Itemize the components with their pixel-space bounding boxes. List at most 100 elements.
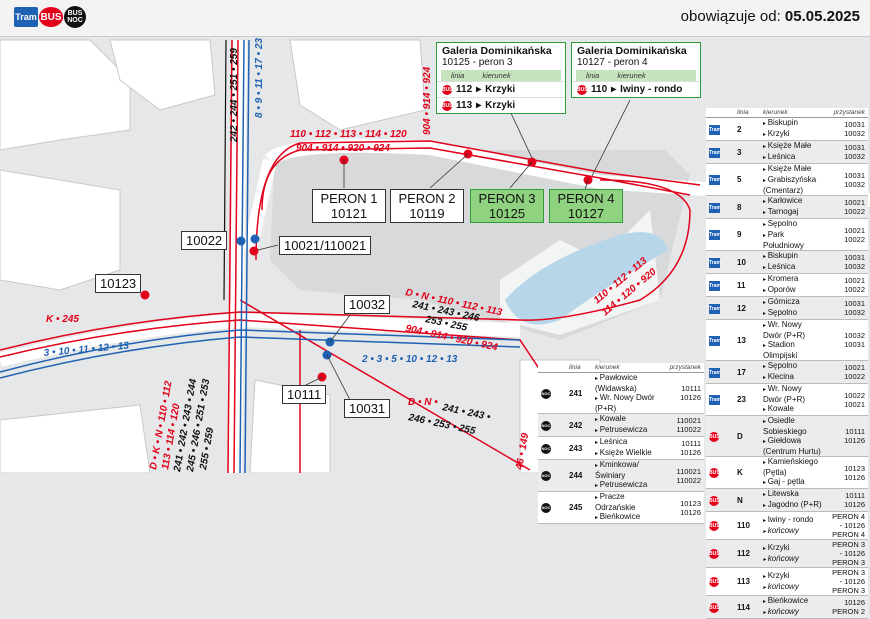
stop-dot-10022[interactable] xyxy=(236,236,246,246)
stop-code: 10111 xyxy=(845,427,865,436)
stop-codes: 10031 10032 xyxy=(825,250,868,274)
night-bus-icon: NOC xyxy=(541,443,551,454)
destination: Biskupin xyxy=(763,118,822,129)
stop-code: 10032 xyxy=(844,331,865,340)
callout-line: 113 xyxy=(456,100,473,111)
table-row[interactable]: Tram23Wr. Nowy Dwór (P+R)Kowale100221002… xyxy=(706,383,868,416)
table-row[interactable]: NOC245Pracze OdrzańskieBieńkowice1012310… xyxy=(538,491,704,524)
line-number: 114 xyxy=(734,595,760,619)
destination: Krzyki xyxy=(763,129,822,140)
stop-codes: 10021 10022 xyxy=(825,195,868,219)
table-row[interactable]: BUS DOsiedle SobieskiegoGiełdowa (Centrum… xyxy=(706,415,868,457)
table-row[interactable]: NOC242KowalePetrusewicza110021110022 xyxy=(538,413,704,437)
table-row[interactable]: Tram8KarłowiceTarnogaj1002110022 xyxy=(706,195,868,219)
line-number: 13 xyxy=(734,319,760,361)
stop-code-10021[interactable]: 10021/110021 xyxy=(279,236,372,255)
table-row[interactable]: NOC244Kminkowa/ŚwiniaryPetrusewicza11002… xyxy=(538,459,704,492)
callout-subtitle: 10125 - peron 3 xyxy=(442,57,513,68)
night-bus-icon: NOC xyxy=(541,388,551,399)
bus-icon: BUS xyxy=(709,468,720,478)
table-row[interactable]: Tram11KromeraOporów1002110022 xyxy=(706,273,868,297)
stop-codes: 10031 10032 xyxy=(825,163,868,196)
stop-code-10111[interactable]: 10111 xyxy=(282,385,327,404)
line-number: 8 xyxy=(734,195,760,219)
table-row[interactable]: BUS114Bieńkowicekońcowy10126PERON 2 xyxy=(706,595,868,619)
stop-code: 10031 xyxy=(844,143,865,152)
table-row[interactable]: Tram10BiskupinLeśnica1003110032 xyxy=(706,250,868,274)
callout-dest: Krzyki xyxy=(485,100,516,111)
stop-code: 10021 xyxy=(844,399,865,409)
table-row[interactable]: Tram5Księże MałeGrabiszyńska (Cmentarz)1… xyxy=(706,163,868,196)
line-destinations: Pracze OdrzańskieBieńkowice xyxy=(592,491,667,524)
platform-3-label[interactable]: PERON 3 10125 xyxy=(470,189,544,223)
destination: Kminkowa/Świniary xyxy=(595,460,664,480)
stop-code: 10032 xyxy=(844,129,865,138)
line-destinations: Osiedle SobieskiegoGiełdowa (Centrum Hur… xyxy=(760,415,826,457)
table-row[interactable]: Tram3Księże MałeLeśnica1003110032 xyxy=(706,140,868,164)
destination: Karłowice xyxy=(763,196,822,207)
callout-row[interactable]: BUS 113 ▸ Krzyki xyxy=(437,97,565,113)
stop-code: 10022 xyxy=(844,207,865,216)
bus-icon: BUS xyxy=(709,521,720,531)
valid-date: 05.05.2025 xyxy=(784,8,860,25)
stop-code-10123[interactable]: 10123 xyxy=(95,274,142,293)
stop-codes: 10021 10022 xyxy=(825,273,868,297)
table-row[interactable]: BUS113KrzykikońcowyPERON 3 - 10126PERON … xyxy=(706,567,868,596)
stop-codes: 10021 10022 xyxy=(825,360,868,384)
stop-code: 10126 xyxy=(680,393,701,402)
platform-4-label[interactable]: PERON 4 10127 xyxy=(549,189,623,223)
stop-codes: 10111 10126 xyxy=(666,372,704,414)
stop-code: 10111 xyxy=(681,384,701,393)
table-row[interactable]: BUS110Iwiny - rondokońcowyPERON 4 - 1012… xyxy=(706,511,868,540)
platform-1-label[interactable]: PERON 1 10121 xyxy=(312,189,386,223)
stop-dot-10123[interactable] xyxy=(140,290,150,300)
col-dest: kierunek xyxy=(482,71,511,80)
destination: Bieńkowice xyxy=(595,512,664,523)
table-row[interactable]: BUSNLitewskaJagodno (P+R)1011110126 xyxy=(706,488,868,512)
route-label-top-red-1: 110 • 112 • 113 • 114 • 120 xyxy=(290,129,407,140)
col-stop: przystanek xyxy=(825,108,868,118)
col-line: linia xyxy=(566,363,592,373)
destination: końcowy xyxy=(763,554,822,565)
line-destinations: SępolnoPark Południowy xyxy=(760,218,826,251)
callout-header: linia kierunek xyxy=(576,70,696,81)
stop-code-10032[interactable]: 10032 xyxy=(344,295,391,314)
platform-name: PERON 4 xyxy=(557,191,615,206)
table-row[interactable]: NOC243LeśnicaKsięże Wielkie1011110126 xyxy=(538,436,704,460)
callout-dest: Iwiny - rondo xyxy=(620,84,683,95)
table-row[interactable]: Tram9SępolnoPark Południowy1002110022 xyxy=(706,218,868,251)
stop-code: 10032 xyxy=(844,179,865,189)
table-row[interactable]: BUS112KrzykikońcowyPERON 3 - 10126PERON … xyxy=(706,539,868,568)
bus-icon: BUS xyxy=(39,7,63,27)
stop-code: 10031 xyxy=(844,299,865,308)
table-row[interactable]: Tram12GórniczaSępolno1003110032 xyxy=(706,296,868,320)
destination: Biskupin xyxy=(763,251,822,262)
stop-code: 10022 xyxy=(844,372,865,381)
tram-icon: Tram xyxy=(14,7,38,27)
stop-dot-10021-bus[interactable] xyxy=(249,246,259,256)
route-label-top-red-2: 904 • 914 • 920 • 924 xyxy=(296,143,390,154)
stop-code: 10126 xyxy=(844,598,865,607)
line-destinations: Krzykikońcowy xyxy=(760,539,826,568)
callout-row[interactable]: BUS 112 ▸ Krzyki xyxy=(437,81,565,97)
line-number: N xyxy=(734,488,760,512)
stop-codes: 110021 110022 xyxy=(666,413,704,437)
destination: końcowy xyxy=(763,526,822,537)
table-row[interactable]: Tram 13Wr. Nowy Dwór (P+R)Stadion Olimpij… xyxy=(706,319,868,361)
platform-2-label[interactable]: PERON 2 10119 xyxy=(390,189,464,223)
table-row[interactable]: Tram17SępolnoKlecina1002110022 xyxy=(706,360,868,384)
destination: Petrusewicza xyxy=(595,425,664,436)
line-number: 241 xyxy=(566,372,592,414)
callout-row[interactable]: BUS 110 ▸ Iwiny - rondo xyxy=(572,81,700,97)
stop-dot-10021-tram[interactable] xyxy=(250,234,260,244)
destination: Osiedle Sobieskiego xyxy=(763,416,822,436)
line-number: 113 xyxy=(734,567,760,596)
col-stop: przystanek xyxy=(666,363,704,373)
stop-code-10022[interactable]: 10022 xyxy=(181,231,228,250)
bus-icon: BUS xyxy=(442,84,453,95)
table-row[interactable]: Tram2BiskupinKrzyki1003110032 xyxy=(706,117,868,141)
callout-peron3: Galeria Dominikańska 10125 - peron 3 lin… xyxy=(436,42,566,114)
table-row[interactable]: NOC 241Pawłowice (Widawska)Wr. Nowy Dwór … xyxy=(538,372,704,414)
line-destinations: Krzykikońcowy xyxy=(760,567,826,596)
stop-code-10031[interactable]: 10031 xyxy=(344,399,391,418)
